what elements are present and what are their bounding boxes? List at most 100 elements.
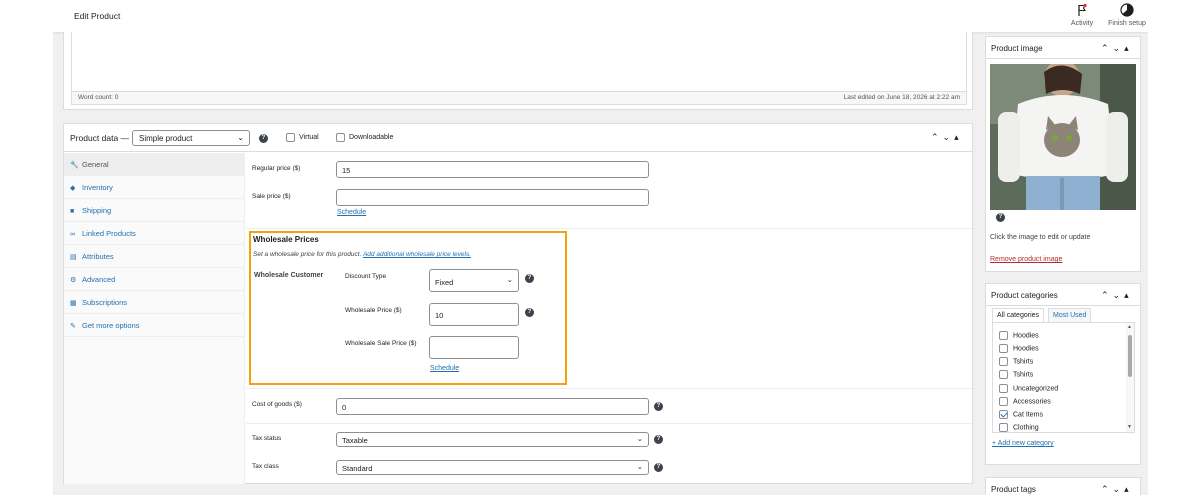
help-icon[interactable]: ? — [654, 463, 663, 472]
product-type-select[interactable]: Simple product ⌄ — [132, 130, 250, 146]
category-checkbox[interactable] — [999, 331, 1008, 340]
activity-label: Activity — [1070, 20, 1094, 27]
collapse-icon[interactable]: ▴ — [1124, 290, 1133, 300]
tab-subscriptions[interactable]: ▦ Subscriptions — [64, 291, 245, 314]
chevron-down-icon: ⌄ — [237, 133, 244, 142]
category-item[interactable]: Cat Items — [999, 410, 1043, 419]
tab-label: Advanced — [82, 275, 116, 284]
activity-button[interactable]: Activity — [1066, 3, 1098, 27]
tab-label: Inventory — [82, 183, 113, 192]
tab-all-categories[interactable]: All categories — [992, 308, 1045, 322]
tab-linked-products[interactable]: ∞ Linked Products — [64, 222, 245, 245]
cost-of-goods-input[interactable]: 0 — [336, 398, 649, 415]
category-checkbox[interactable] — [999, 423, 1008, 432]
right-gutter — [1148, 32, 1200, 495]
downloadable-checkbox[interactable]: Downloadable — [336, 133, 393, 142]
move-up-icon[interactable]: ⌃ — [1101, 43, 1113, 53]
wholesale-schedule-link[interactable]: Schedule — [430, 365, 459, 372]
move-down-icon[interactable]: ⌄ — [1113, 43, 1125, 53]
downloadable-checkbox-box[interactable] — [336, 133, 345, 142]
move-down-icon[interactable]: ⌄ — [1113, 290, 1125, 300]
help-icon[interactable]: ? — [654, 435, 663, 444]
tab-get-more-options[interactable]: ✎ Get more options — [64, 314, 245, 337]
regular-price-input[interactable]: 15 — [336, 161, 649, 178]
category-item[interactable]: Hoodies — [999, 344, 1039, 353]
category-checkbox-checked[interactable] — [999, 410, 1008, 419]
add-new-category-link[interactable]: + Add new category — [992, 440, 1054, 447]
category-checkbox[interactable] — [999, 370, 1008, 379]
tab-advanced[interactable]: ⚙ Advanced — [64, 268, 245, 291]
category-checkbox[interactable] — [999, 344, 1008, 353]
tab-inventory[interactable]: ◆ Inventory — [64, 176, 245, 199]
tab-attributes[interactable]: ▤ Attributes — [64, 245, 245, 268]
box-controls[interactable]: ⌃⌄▴ — [1101, 290, 1133, 301]
box-controls[interactable]: ⌃⌄▴ — [931, 132, 963, 143]
collapse-icon[interactable]: ▴ — [1124, 43, 1133, 53]
wholesale-sale-price-input[interactable] — [429, 336, 519, 359]
tab-shipping[interactable]: ■ Shipping — [64, 199, 245, 222]
category-item[interactable]: Hoodies — [999, 331, 1039, 340]
category-checkbox[interactable] — [999, 357, 1008, 366]
category-label: Hoodies — [1013, 345, 1039, 353]
wholesale-price-input[interactable]: 10 — [429, 303, 519, 326]
schedule-link[interactable]: Schedule — [337, 209, 366, 216]
finish-setup-button[interactable]: Finish setup — [1103, 3, 1151, 27]
collapse-icon[interactable]: ▴ — [1124, 484, 1133, 494]
product-categories-header: Product categories ⌃⌄▴ — [986, 284, 1140, 306]
category-item[interactable]: Uncategorized — [999, 384, 1058, 393]
category-scrollbar[interactable]: ▲ ▼ — [1126, 323, 1134, 432]
product-image[interactable] — [990, 64, 1136, 210]
box-controls[interactable]: ⌃⌄▴ — [1101, 484, 1133, 495]
discount-type-value: Fixed — [435, 278, 454, 287]
category-item[interactable]: Tshirts — [999, 357, 1033, 366]
tab-most-used[interactable]: Most Used — [1048, 308, 1092, 322]
category-checkbox[interactable] — [999, 397, 1008, 406]
help-icon[interactable]: ? — [259, 134, 268, 143]
move-up-icon[interactable]: ⌃ — [1101, 484, 1113, 494]
help-icon[interactable]: ? — [654, 402, 663, 411]
category-checkbox[interactable] — [999, 384, 1008, 393]
cost-of-goods-label: Cost of goods ($) — [252, 401, 302, 408]
editor-status-bar: Word count: 0 Last edited on June 18, 20… — [71, 92, 967, 105]
help-icon[interactable]: ? — [996, 213, 1005, 222]
move-down-icon[interactable]: ⌄ — [1113, 484, 1125, 494]
wholesale-prices-title: Wholesale Prices — [253, 235, 319, 244]
move-up-icon[interactable]: ⌃ — [931, 132, 943, 142]
remove-product-image-link[interactable]: Remove product image — [990, 256, 1062, 263]
move-down-icon[interactable]: ⌄ — [943, 132, 955, 142]
tax-status-select[interactable]: Taxable ⌄ — [336, 432, 649, 447]
category-tabs: All categories Most Used — [992, 306, 1135, 322]
tab-label: Get more options — [82, 321, 140, 330]
tax-status-label: Tax status — [252, 435, 282, 442]
category-item[interactable]: Tshirts — [999, 370, 1033, 379]
scroll-up-icon[interactable]: ▲ — [1127, 324, 1132, 330]
editor-content-area[interactable] — [71, 32, 967, 92]
link-icon: ∞ — [70, 231, 75, 238]
tax-class-value: Standard — [342, 464, 373, 473]
category-label: Clothing — [1013, 424, 1039, 432]
collapse-icon[interactable]: ▴ — [954, 132, 963, 142]
tab-general[interactable]: 🔧 General — [64, 153, 245, 176]
move-up-icon[interactable]: ⌃ — [1101, 290, 1113, 300]
help-icon[interactable]: ? — [525, 274, 534, 283]
box-controls[interactable]: ⌃⌄▴ — [1101, 43, 1133, 54]
virtual-checkbox[interactable]: Virtual — [286, 133, 319, 142]
tax-class-select[interactable]: Standard ⌄ — [336, 460, 649, 475]
tab-label: Linked Products — [82, 229, 136, 238]
discount-type-select[interactable]: Fixed ⌄ — [429, 269, 519, 292]
discount-type-label: Discount Type — [345, 273, 387, 280]
sale-price-input[interactable] — [336, 189, 649, 206]
list-icon: ▤ — [70, 254, 77, 261]
virtual-checkbox-box[interactable] — [286, 133, 295, 142]
help-icon[interactable]: ? — [525, 308, 534, 317]
scroll-down-icon[interactable]: ▼ — [1127, 424, 1132, 430]
category-item[interactable]: Accessories — [999, 397, 1051, 406]
last-edited: Last edited on June 18, 2026 at 2:22 am — [843, 94, 960, 101]
plugin-icon: ✎ — [70, 323, 76, 330]
wholesale-price-label: Wholesale Price ($) — [345, 307, 402, 314]
tab-label: Subscriptions — [82, 298, 128, 307]
scroll-thumb[interactable] — [1128, 335, 1132, 377]
category-item[interactable]: Clothing — [999, 423, 1039, 432]
wholesale-prices-section: Wholesale Prices Set a wholesale price f… — [249, 231, 567, 385]
add-wholesale-levels-link[interactable]: Add additional wholesale price levels. — [363, 251, 471, 258]
